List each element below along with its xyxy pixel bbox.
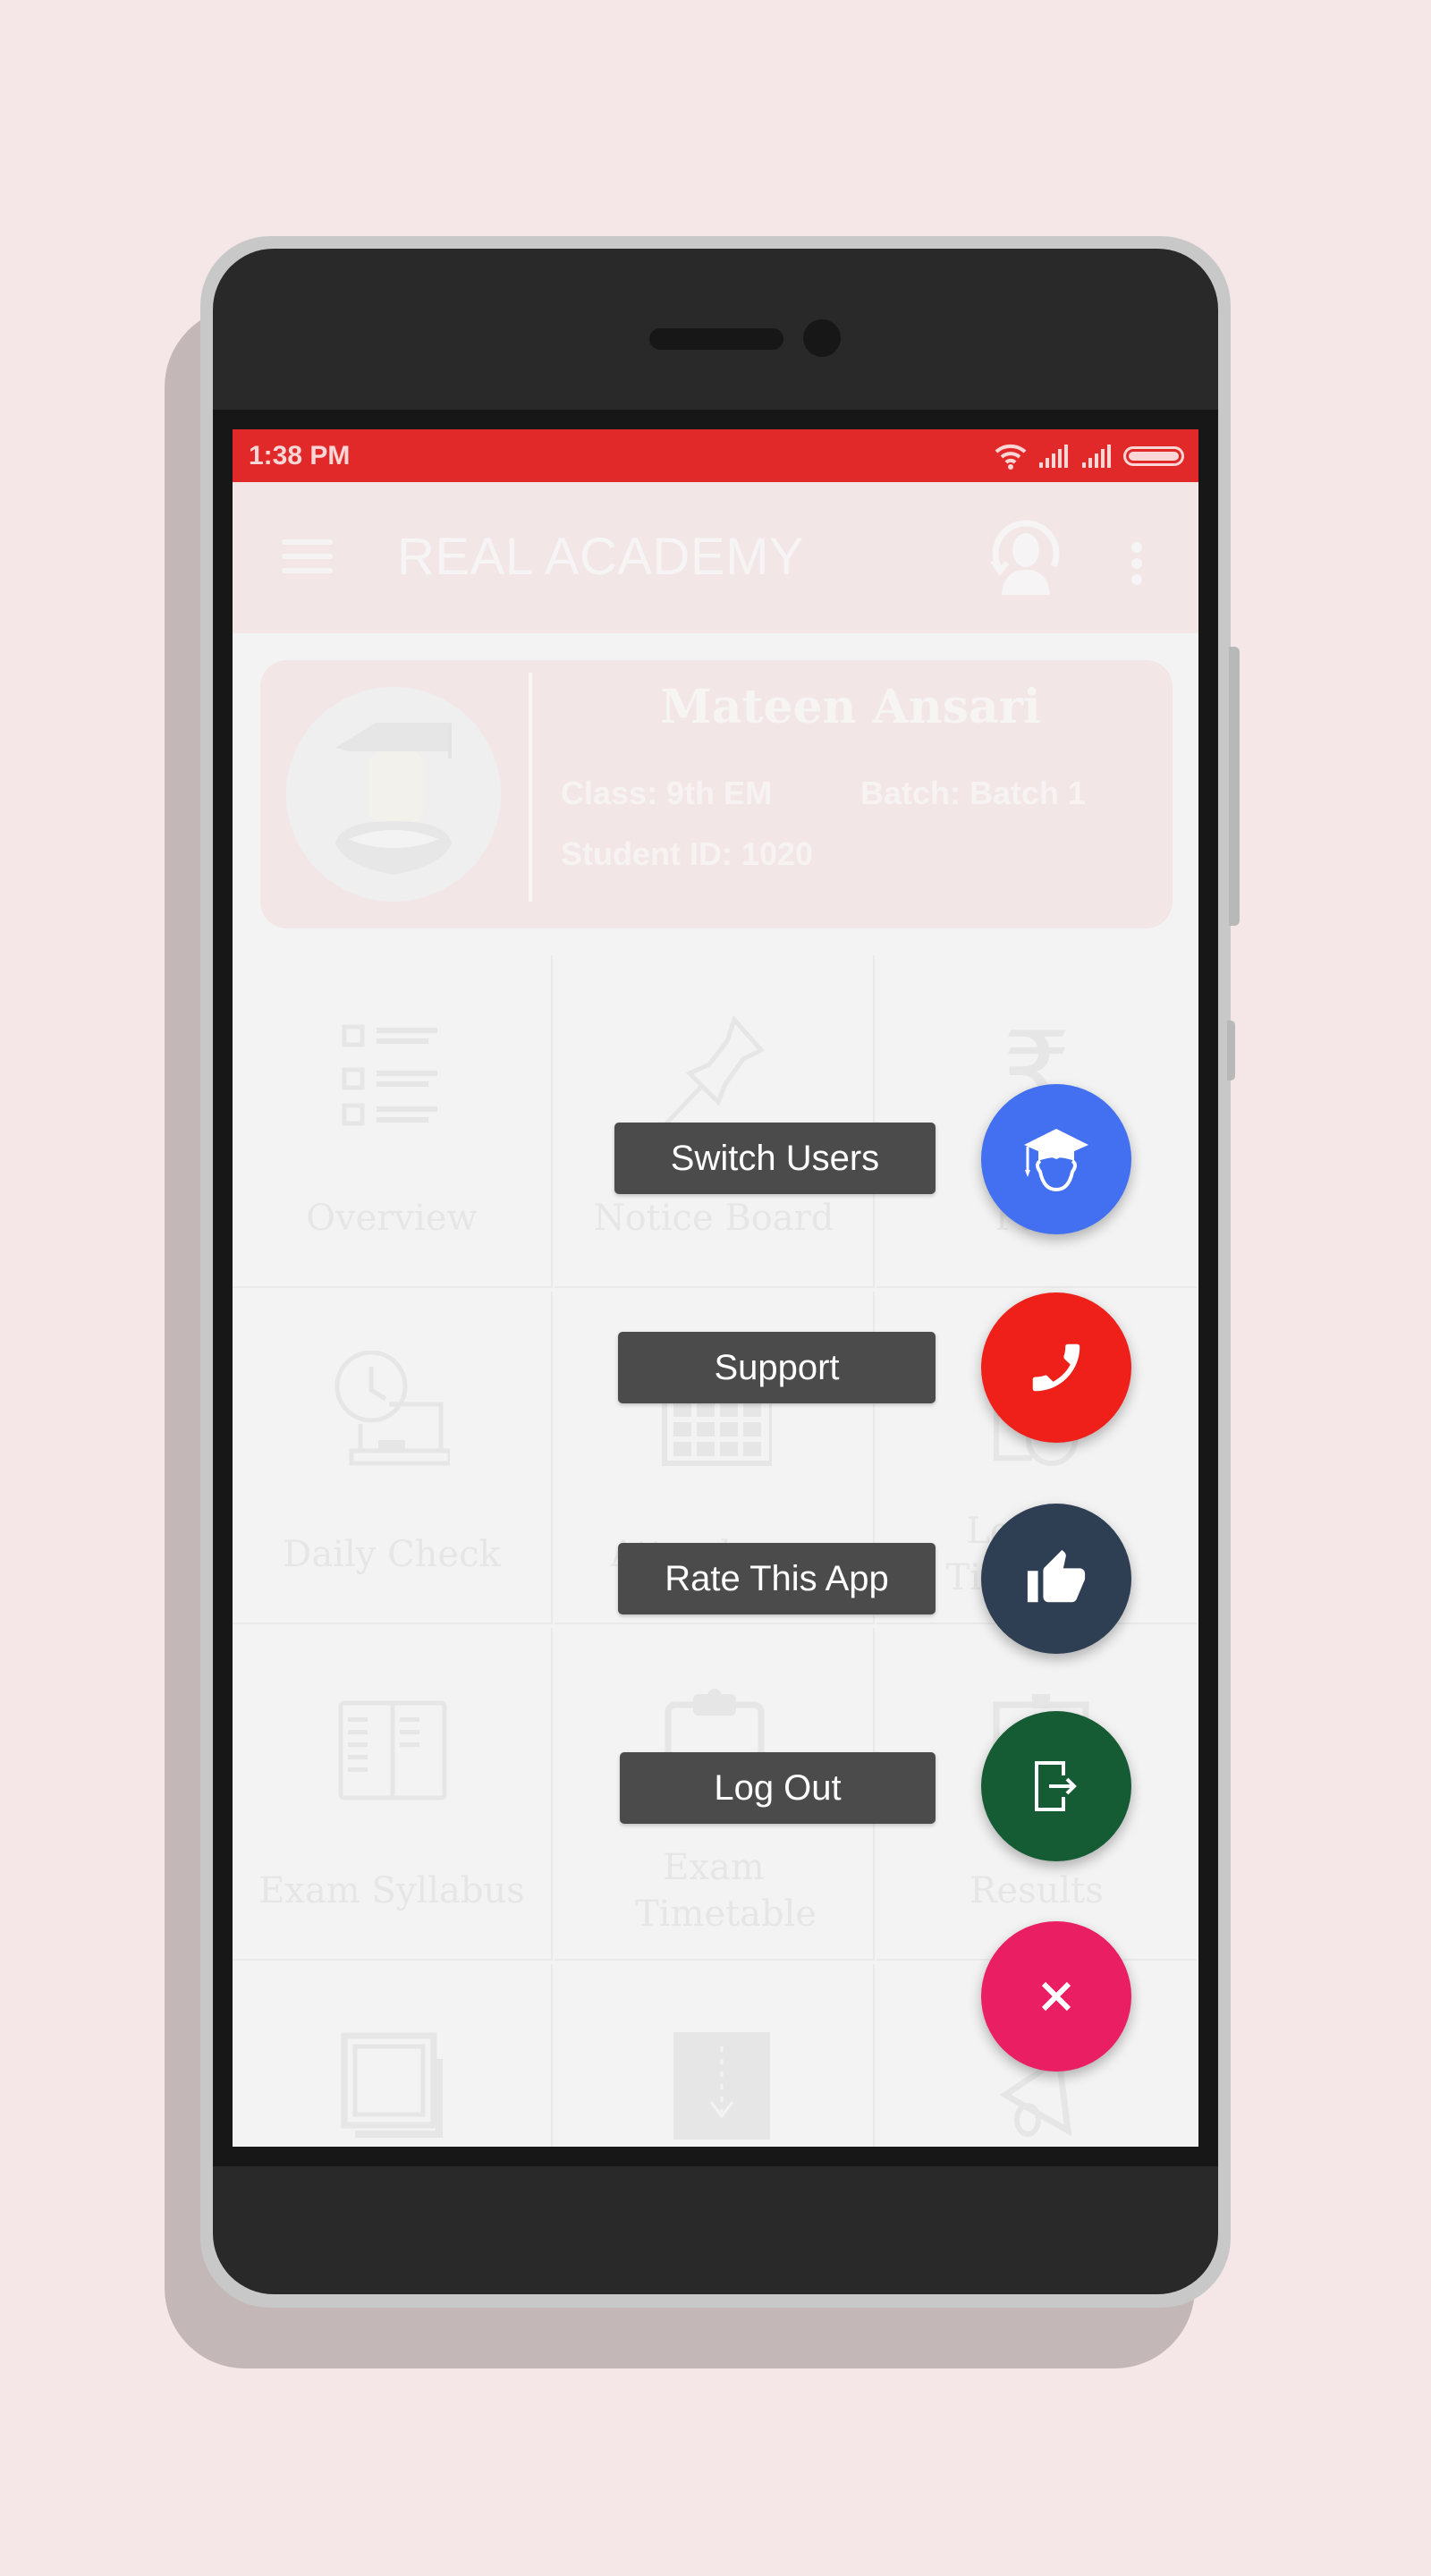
- avatar: [286, 687, 501, 902]
- grid-label: Exam Timetable: [635, 1847, 817, 1935]
- signal-icon: [1039, 445, 1068, 468]
- volume-button: [1229, 647, 1240, 926]
- open-book-icon: [338, 1700, 447, 1801]
- grid-item-notice-board[interactable]: Notice Board: [555, 955, 875, 1288]
- speaker-grille: [649, 328, 783, 350]
- grid-label: Overview: [306, 1198, 478, 1239]
- rate-app-label[interactable]: Rate This App: [618, 1543, 936, 1614]
- checklist-icon: [342, 1024, 437, 1126]
- graduate-avatar-icon: [335, 723, 452, 875]
- status-time: 1:38 PM: [249, 441, 351, 470]
- student-id: Student ID: 1020: [561, 835, 814, 872]
- clock-board-icon: [334, 1351, 450, 1466]
- status-bar: 1:38 PM: [233, 429, 1198, 482]
- battery-icon: [1123, 446, 1184, 466]
- support-button[interactable]: [981, 1292, 1131, 1443]
- hamburger-icon[interactable]: [282, 539, 333, 574]
- status-icons: [995, 440, 1184, 472]
- grid-label: Exam Syllabus: [258, 1870, 525, 1911]
- switch-users-button[interactable]: [981, 1084, 1131, 1234]
- gallery-icon: [341, 2032, 443, 2138]
- student-name: Mateen Ansari: [660, 680, 1041, 734]
- rate-app-button[interactable]: [981, 1504, 1131, 1654]
- class-info: Class: 9th EM: [561, 775, 773, 811]
- log-out-button[interactable]: [981, 1711, 1131, 1861]
- grid-item-daily-check[interactable]: Daily Check: [233, 1292, 553, 1624]
- close-menu-button[interactable]: [981, 1921, 1131, 2072]
- app-bar: REAL ACADEMY: [233, 482, 1198, 633]
- power-button: [1227, 1021, 1235, 1080]
- grid-item-downloads[interactable]: [555, 1964, 875, 2147]
- grid-item-gallery[interactable]: [233, 1964, 553, 2147]
- phone-icon: [1032, 1343, 1080, 1392]
- batch-info: Batch: Batch 1: [860, 775, 1087, 811]
- support-label[interactable]: Support: [618, 1332, 936, 1403]
- kebab-menu-icon[interactable]: [1131, 542, 1144, 592]
- close-icon: [1041, 1981, 1071, 2012]
- graduate-user-icon: [1024, 1129, 1088, 1192]
- log-out-label[interactable]: Log Out: [620, 1752, 936, 1824]
- wifi-icon: [995, 444, 1027, 470]
- app-title: REAL ACADEMY: [397, 528, 805, 586]
- switch-users-label[interactable]: Switch Users: [614, 1123, 936, 1194]
- account-switch-icon[interactable]: [986, 514, 1066, 599]
- pushpin-icon: [665, 1015, 766, 1125]
- profile-card: Mateen Ansari Class: 9th EM Batch: Batch…: [260, 660, 1173, 928]
- grid-item-exam-syllabus[interactable]: Exam Syllabus: [233, 1628, 553, 1961]
- logout-icon: [1035, 1761, 1077, 1811]
- grid-label: Daily Check: [283, 1534, 501, 1575]
- grid-label: Notice Board: [593, 1198, 834, 1239]
- app-screen: 1:38 PM REAL ACADEMY Mateen Ansari Class…: [233, 429, 1198, 2147]
- signal-icon: [1082, 445, 1111, 468]
- download-book-icon: [673, 2032, 770, 2140]
- card-divider: [529, 673, 532, 902]
- front-camera: [803, 319, 841, 357]
- thumbs-up-icon: [1027, 1549, 1086, 1603]
- grid-label: Results: [970, 1870, 1104, 1911]
- grid-item-overview[interactable]: Overview: [233, 955, 553, 1288]
